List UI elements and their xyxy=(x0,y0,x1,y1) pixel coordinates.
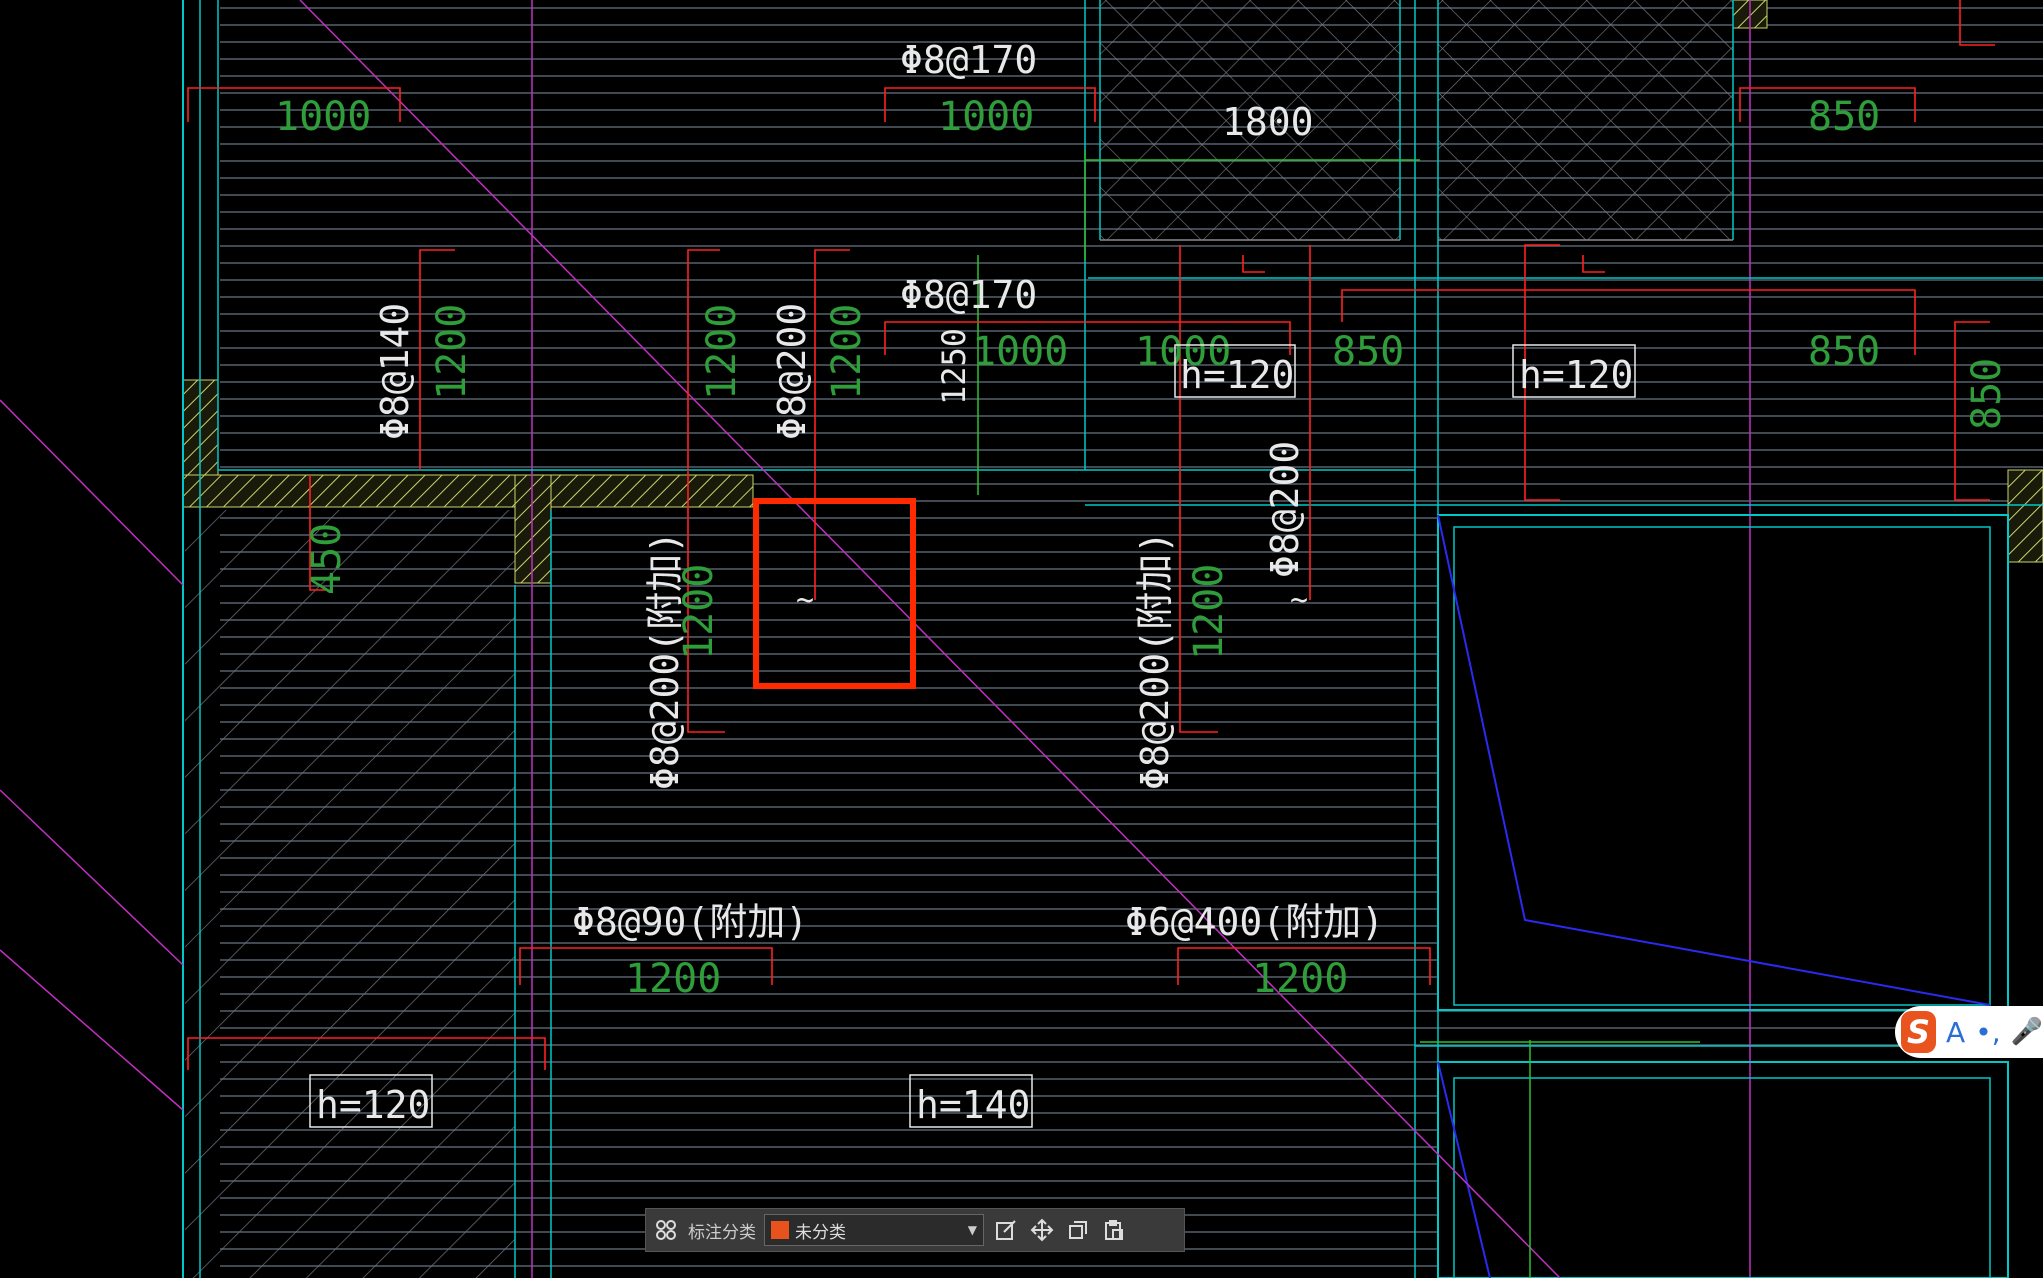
rebar-label: Φ8@170 xyxy=(900,38,1037,82)
tilde-mark: ~ xyxy=(1290,583,1308,618)
dim-text: 1200 xyxy=(699,304,745,400)
rebar-label: Φ8@140 xyxy=(373,303,417,440)
category-select[interactable]: 未分类 ▼ xyxy=(764,1214,984,1246)
copy-icon[interactable] xyxy=(1064,1216,1092,1244)
dim-text: 1200 xyxy=(625,956,721,1002)
sogou-logo-icon[interactable]: S xyxy=(1901,1011,1937,1053)
dim-text: 850 xyxy=(1964,358,2010,430)
dim-text: 1200 xyxy=(1252,956,1348,1002)
toolbar-category-label: 标注分类 xyxy=(688,1222,756,1243)
tilde-mark: ~ xyxy=(796,583,814,618)
dim-text: 1000 xyxy=(972,329,1068,375)
dim-text: 1200 xyxy=(1186,564,1232,660)
dim-text: 850 xyxy=(1808,329,1880,375)
rebar-label: Φ8@90(附加) xyxy=(572,900,808,944)
category-color-swatch xyxy=(771,1221,789,1239)
slab-hatch xyxy=(185,0,2043,1278)
ime-mode-indicator[interactable]: A xyxy=(1946,1016,1965,1049)
dim-text: 850 xyxy=(1808,94,1880,140)
move-icon[interactable] xyxy=(1028,1216,1056,1244)
rebar-label: Φ8@200 xyxy=(1263,441,1307,578)
dim-text: 1000 xyxy=(938,94,1034,140)
rebar-label: Φ8@200(附加) xyxy=(643,531,687,790)
chevron-down-icon: ▼ xyxy=(967,1223,977,1237)
thickness-tag: h=120 xyxy=(1180,353,1294,397)
dim-text: 1250 xyxy=(935,328,973,405)
paste-icon[interactable] xyxy=(1100,1216,1128,1244)
category-select-value: 未分类 xyxy=(795,1222,846,1243)
dim-text: 1200 xyxy=(429,304,475,400)
rebar-label: Φ8@200(附加) xyxy=(1133,531,1177,790)
thickness-tag: h=140 xyxy=(916,1083,1030,1127)
rebar-label: Φ6@400(附加) xyxy=(1125,900,1384,944)
dim-text: 1800 xyxy=(1222,100,1314,144)
dim-text: 850 xyxy=(1332,329,1404,375)
ime-status-bar[interactable]: S A •, 🎤 xyxy=(1895,1006,2043,1058)
grid-icon[interactable] xyxy=(652,1216,680,1244)
cad-drawing-canvas[interactable]: 1000 1000 1200 1200 1200 1000 1000 850 8… xyxy=(0,0,2043,1278)
thickness-tag: h=120 xyxy=(1519,353,1633,397)
dim-text: 1200 xyxy=(824,304,870,400)
dim-text: 450 xyxy=(304,523,350,595)
thickness-tag: h=120 xyxy=(316,1083,430,1127)
edit-icon[interactable] xyxy=(992,1216,1020,1244)
ime-punctuation-indicator[interactable]: •, xyxy=(1975,1016,2000,1049)
annotation-toolbar: 标注分类 未分类 ▼ xyxy=(645,1208,1185,1252)
rebar-label: Φ8@200 xyxy=(770,303,814,440)
microphone-icon[interactable]: 🎤 xyxy=(2011,1017,2043,1047)
dim-text: 1000 xyxy=(275,94,371,140)
rebar-label: Φ8@170 xyxy=(900,273,1037,317)
